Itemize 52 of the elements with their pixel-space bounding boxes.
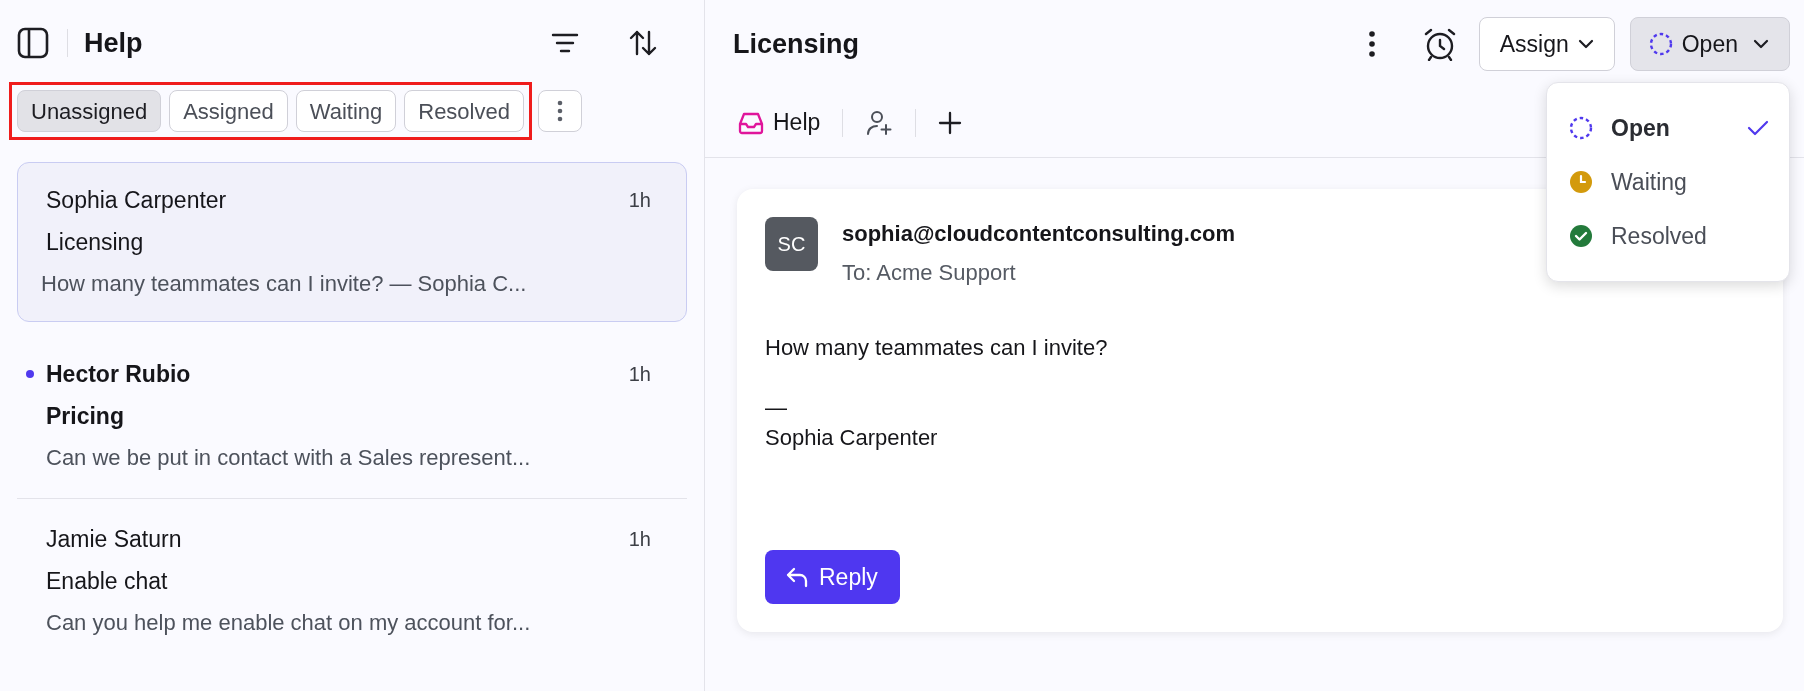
more-filters-button[interactable] [537,90,582,132]
assign-button[interactable]: Assign [1478,17,1615,71]
message-body: How many teammates can I invite? [765,334,1109,362]
time-label: 1h [628,188,651,213]
inbox-icon [737,110,765,135]
conversation-title: Licensing [733,27,860,61]
dashed-circle-icon [1648,32,1673,56]
status-option[interactable]: Waiting [1547,155,1789,209]
contact-name: Jamie Saturn [46,525,182,554]
check-icon [1747,120,1769,136]
message-preview: Can we be put in contact with a Sales represent... [46,444,532,472]
sender-email: sophia@cloudcontentconsulting.com [842,220,1235,248]
reply-arrow-icon [785,566,809,588]
conversation-item[interactable]: Jamie Saturn 1h Enable chat Can you help me enable chat on my account for... [17,511,687,651]
status-button[interactable]: Open [1629,17,1790,71]
time-label: 1h [628,527,651,552]
sidebar-toggle-icon[interactable] [17,27,49,59]
sort-icon[interactable] [629,29,657,57]
conversation-subject: Enable chat [46,567,169,596]
contact-name: Hector Rubio [46,360,191,389]
conversation-subject: Pricing [46,402,125,431]
filter-tab[interactable]: Unassigned [17,90,162,132]
clock-icon [1569,170,1593,194]
more-vertical-icon [556,100,563,122]
signature-dash: — [765,394,788,422]
message-preview: How many teammates can I invite? — Sophia C... [41,270,528,298]
inbox-tab[interactable]: Help [737,105,821,140]
conversation-subject: Licensing [46,228,145,257]
status-option[interactable]: Open [1547,101,1789,155]
dashed-circle-icon [1569,116,1593,140]
plus-icon[interactable] [938,110,963,135]
recipient-label: To: Acme Support [842,259,1017,287]
conversation-item[interactable]: Sophia Carpenter 1h Licensing How many teammates can I invite? — Sophia C... [17,162,687,322]
contact-name: Sophia Carpenter [46,186,227,215]
chevron-down-icon [1753,39,1769,49]
filter-icon[interactable] [551,31,579,55]
more-vertical-icon[interactable] [1368,31,1375,57]
filter-tab[interactable]: Resolved [404,90,524,132]
reply-button[interactable]: Reply [765,550,900,604]
filter-tab[interactable]: Assigned [169,90,288,132]
message-preview: Can you help me enable chat on my account for... [46,609,532,637]
add-person-icon[interactable] [865,108,894,137]
avatar: SC [765,217,818,271]
signature-name: Sophia Carpenter [765,424,939,452]
filter-tab[interactable]: Waiting [295,90,397,132]
status-option[interactable]: Resolved [1547,209,1789,263]
sidebar-title: Help [84,26,143,60]
alarm-clock-icon[interactable] [1422,27,1457,61]
check-circle-icon [1569,224,1593,248]
chevron-down-icon [1577,39,1594,49]
conversation-item[interactable]: Hector Rubio 1h Pricing Can we be put in contact with a Sales represent... [17,346,687,486]
time-label: 1h [628,362,651,387]
